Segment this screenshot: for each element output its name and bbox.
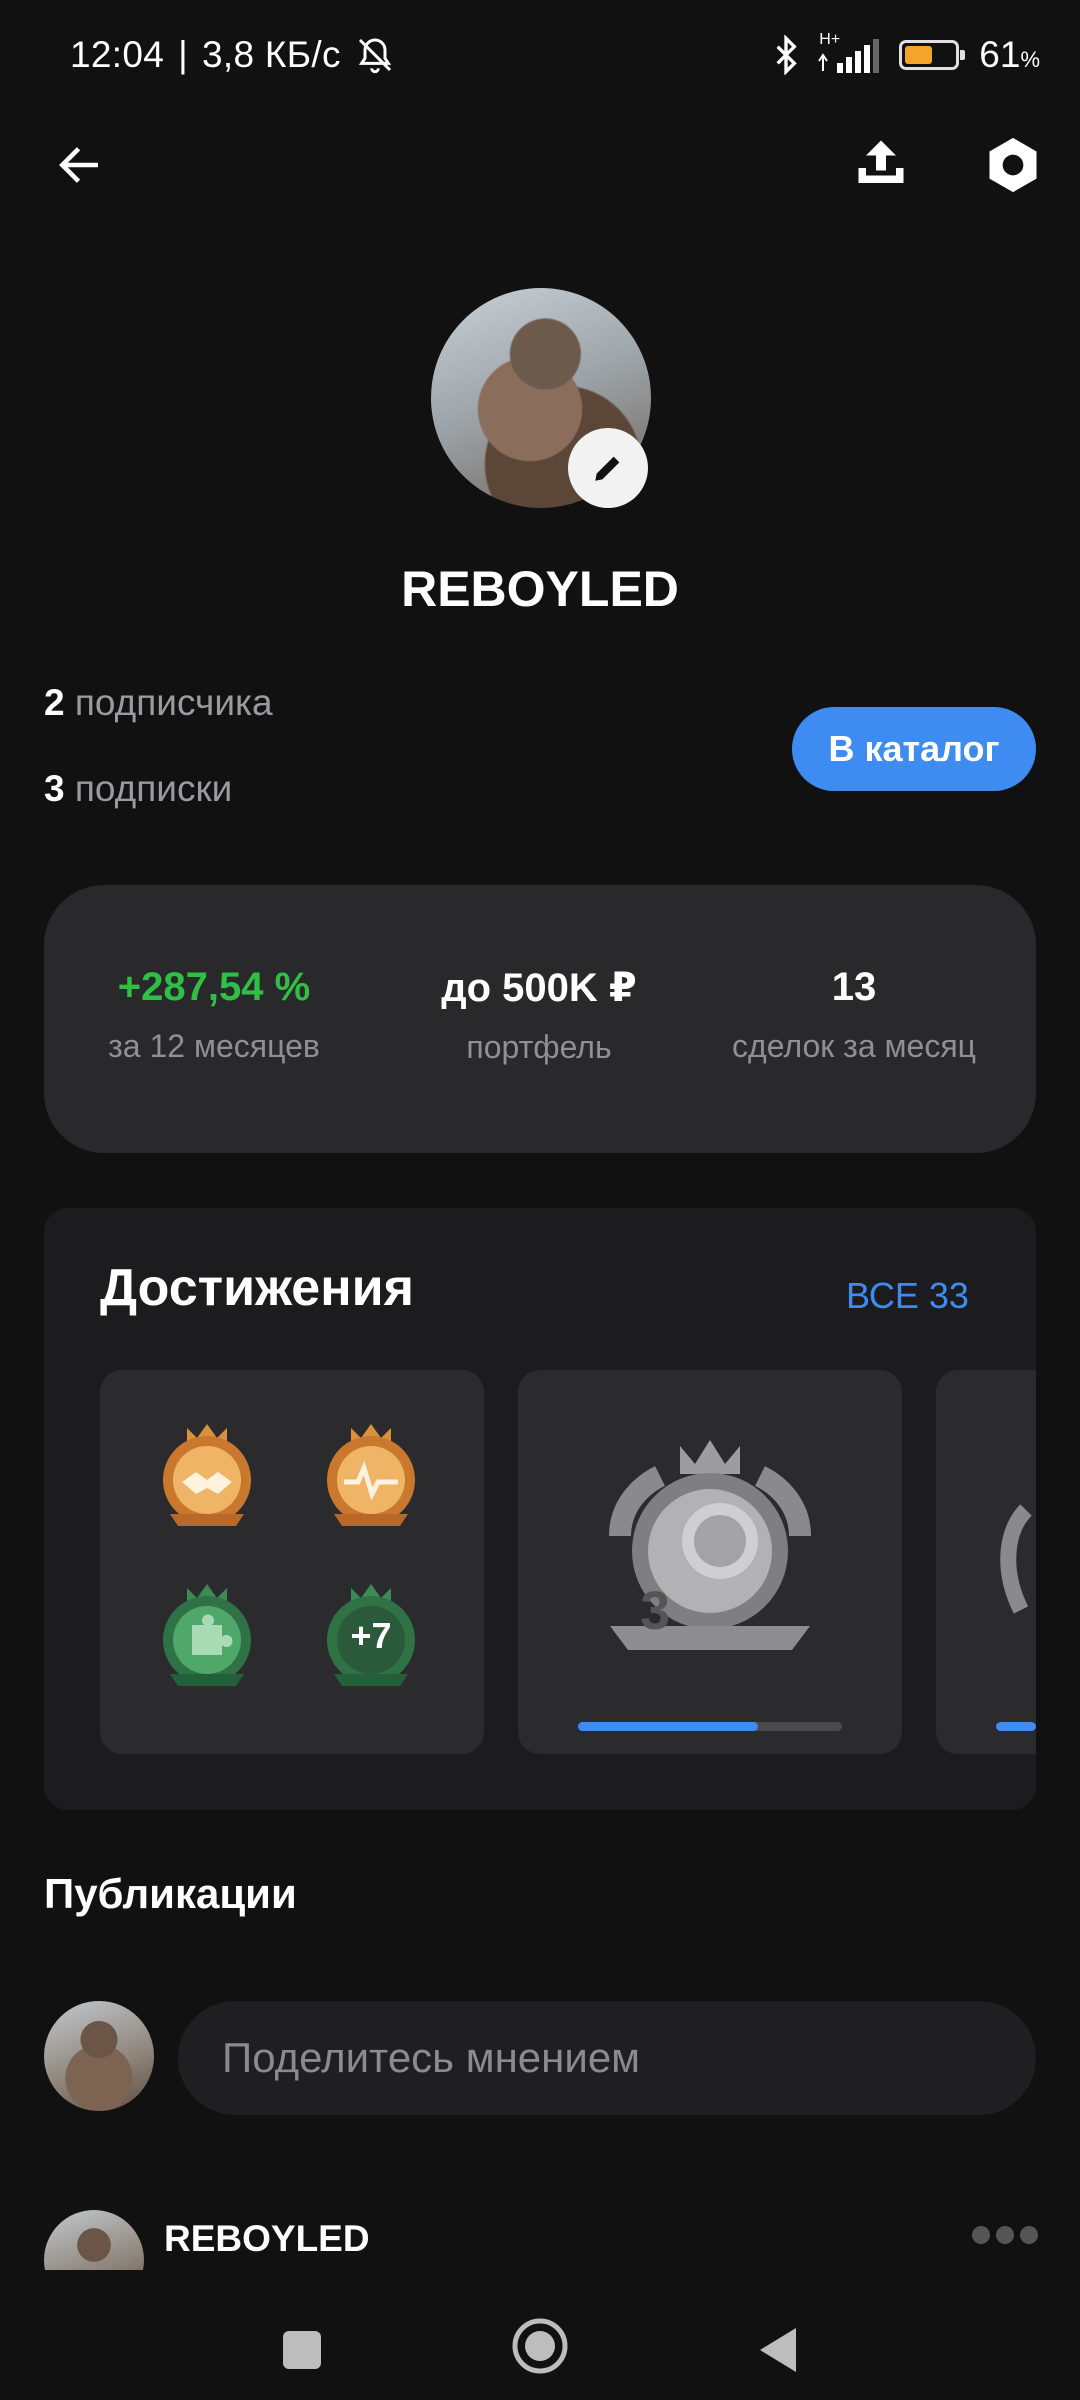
achievement-group-tile[interactable]: +7 [100,1370,484,1754]
pulse-medal-icon [327,1424,415,1526]
stat-return-label: за 12 месяцев [108,1028,320,1064]
stat-return: +287,54 % за 12 месяцев [54,965,374,1065]
upload-share-icon [858,140,904,183]
publications-title: Публикации [44,1870,297,1917]
opinion-input[interactable]: Поделитесь мнением [178,2001,1036,2115]
home-button[interactable] [500,2306,580,2386]
back-arrow-icon [59,147,98,183]
profile-username: REBOYLED [401,561,679,617]
bluetooth-icon [776,35,797,75]
following-count: 3 [44,768,65,809]
achievement-progress-tile[interactable]: 3 [518,1370,902,1754]
battery-icon [899,40,966,70]
stat-portfolio-label: портфель [466,1029,612,1065]
recents-button[interactable] [262,2310,342,2390]
hexagon-settings-icon [989,137,1037,193]
stat-deals-label: сделок за месяц [732,1028,976,1064]
status-network-speed: 3,8 КБ/с [202,34,341,75]
followers-link[interactable]: 2 подписчика [44,682,273,724]
dot-icon [996,2226,1014,2244]
achievements-title: Достижения [100,1259,414,1317]
puzzle-medal-icon [163,1584,251,1686]
medal-level-number: 3 [640,1581,671,1641]
bell-muted-icon [358,38,391,74]
achievements-all-link[interactable]: ВСЕ 33 [846,1275,969,1317]
post-more-menu[interactable] [972,2226,1038,2244]
achievement-next-tile[interactable] [936,1370,1036,1754]
stat-deals-value: 13 [831,965,877,1009]
achievement-progress-bar [578,1722,842,1731]
square-recents-icon [283,2331,321,2369]
back-button[interactable] [44,130,114,200]
followers-count: 2 [44,682,65,723]
stat-deals: 13 сделок за месяц [694,965,1014,1065]
status-bar-right: H+ 61% [771,31,1040,76]
dot-icon [1020,2226,1038,2244]
back-nav-button[interactable] [738,2310,818,2390]
stats-card: +287,54 % за 12 месяцев до 500K ₽ портфе… [44,885,1036,1153]
circle-home-icon [512,2318,568,2374]
status-separator: | [178,34,189,75]
settings-button[interactable] [978,130,1048,200]
coin-level-medal-icon [609,1440,811,1650]
partial-medal-icon [1000,1504,1033,1614]
achievement-progress-fill [578,1722,758,1731]
following-label: подписки [74,768,233,809]
dot-icon [972,2226,990,2244]
following-link[interactable]: 3 подписки [44,768,232,810]
status-time: 12:04 [70,34,165,75]
battery-percent-unit: % [1020,47,1040,72]
stat-portfolio-value: до 500K ₽ [441,966,637,1010]
share-button[interactable] [846,128,916,198]
handshake-medal-icon [163,1424,251,1526]
battery-percent: 61 [979,34,1021,75]
next-progress-bar [996,1722,1036,1731]
system-navigation-bar [0,2270,1080,2400]
pencil-icon [595,456,620,481]
edit-avatar-button[interactable] [568,428,648,508]
followers-label: подписчика [74,682,273,723]
composer-avatar [44,2001,154,2111]
battery-level-fill [905,46,933,64]
stat-portfolio: до 500K ₽ портфель [379,965,699,1066]
catalog-button[interactable]: В каталог [792,707,1036,791]
more-achievements-count: +7 [350,1615,392,1656]
status-bar-left: 12:04 | 3,8 КБ/с [70,34,395,76]
stat-return-value: +287,54 % [117,965,311,1009]
post-author-name[interactable]: REBOYLED [164,2218,370,2260]
signal-icon: H+ [815,31,885,75]
triangle-back-icon [760,2328,796,2372]
